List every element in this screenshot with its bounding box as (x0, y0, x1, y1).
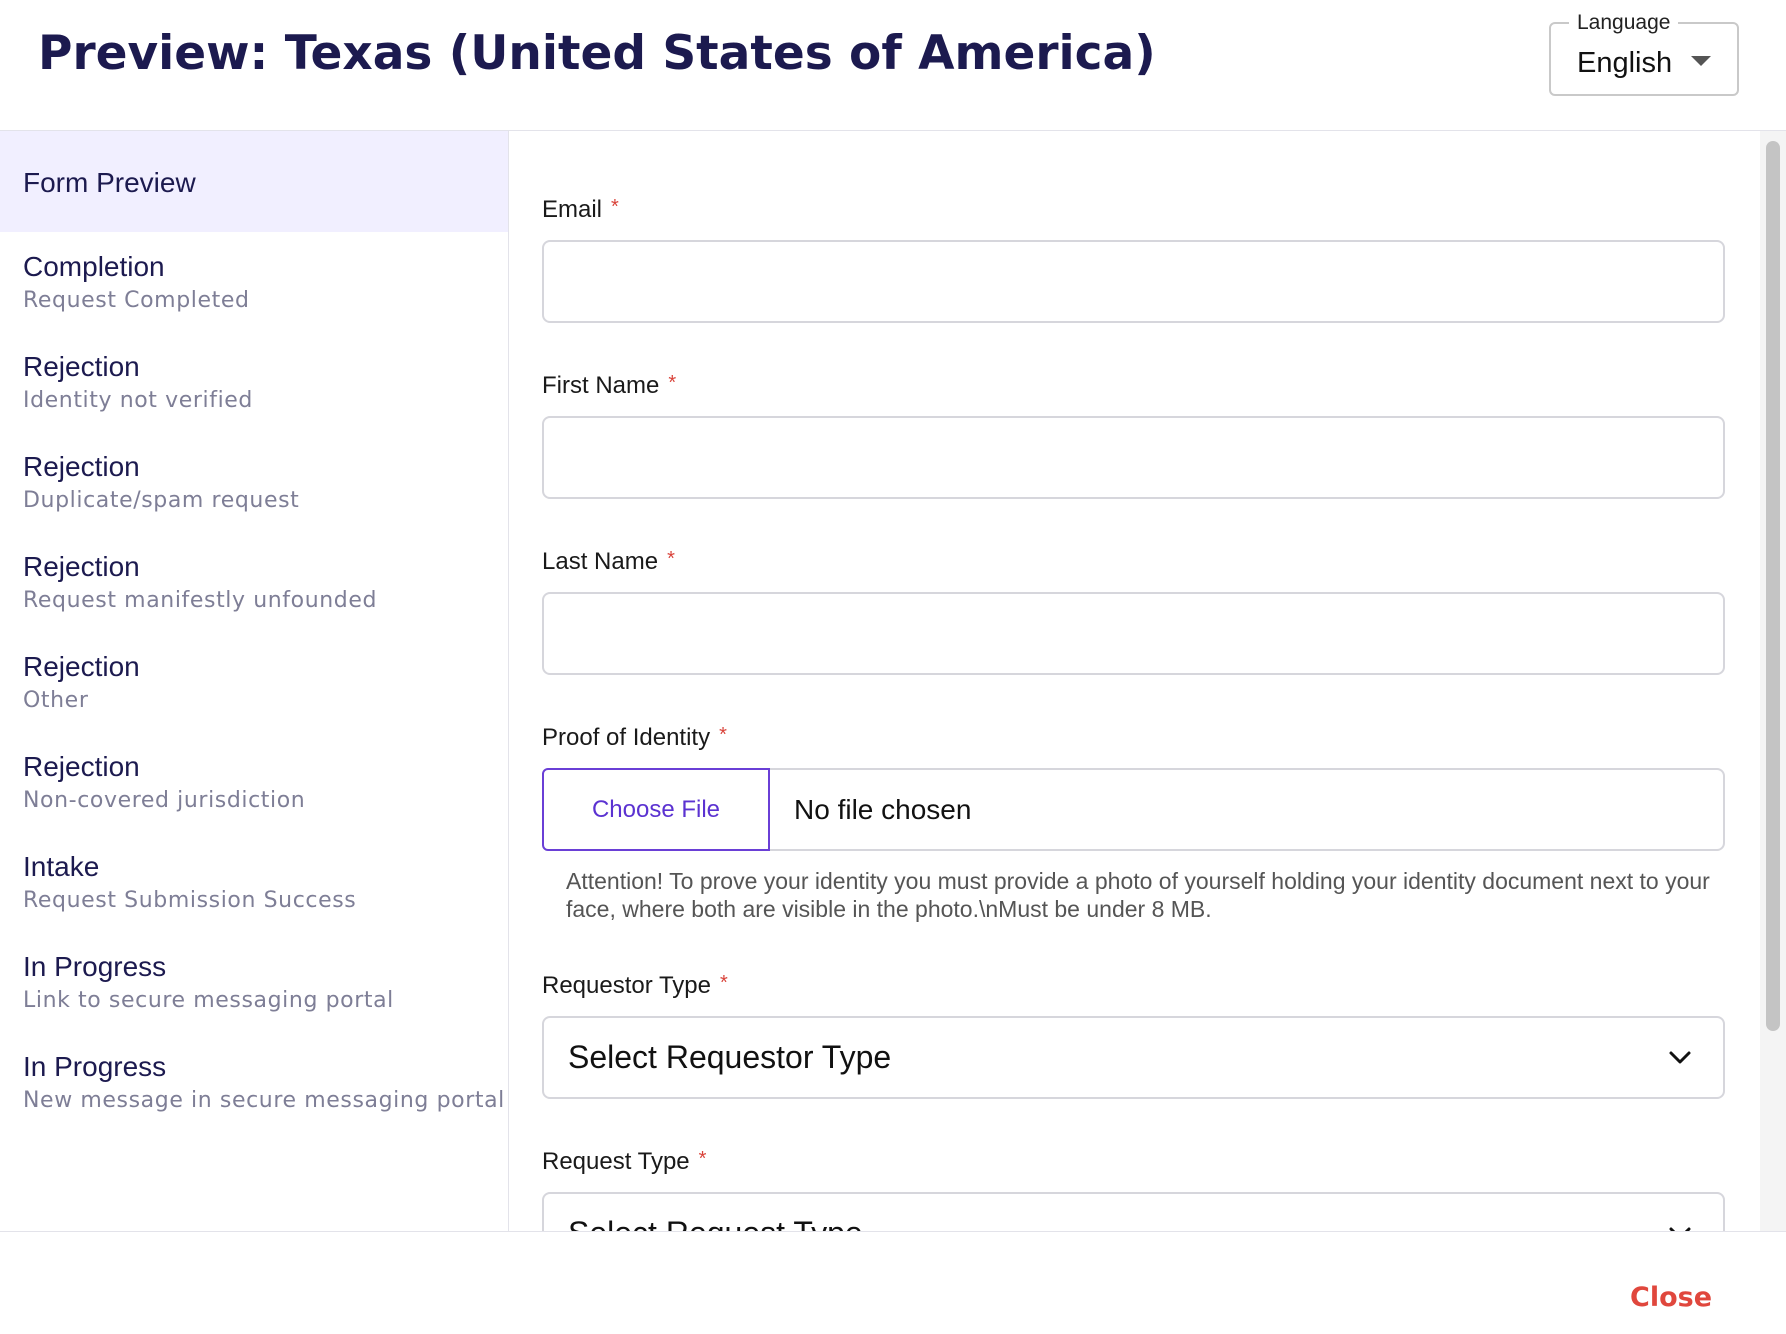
sidebar-item-subtitle: Request manifestly unfounded (23, 588, 378, 613)
sidebar-item-title: Rejection (23, 451, 140, 482)
sidebar-item-subtitle: Request Submission Success (23, 888, 357, 913)
sidebar-item-subtitle: New message in secure messaging portal (23, 1088, 505, 1113)
chevron-down-icon (1669, 1051, 1691, 1064)
form-preview-panel: Email * First Name * Last Name * Proof of I… (509, 131, 1760, 1231)
page-title: Preview: Texas (United States of America… (38, 26, 1156, 81)
sidebar-item-form-preview[interactable]: Form Preview (0, 131, 508, 232)
sidebar-item-title: In Progress (23, 1051, 167, 1082)
last-name-label-text: Last Name (542, 548, 659, 575)
first-name-label-text: First Name (542, 372, 660, 399)
scrollbar-thumb[interactable] (1766, 141, 1780, 1031)
sidebar-item-title: Rejection (23, 751, 140, 782)
request-type-select[interactable]: Select Request Type (542, 1192, 1725, 1231)
sidebar-item-rejection-jurisdiction[interactable]: Rejection Non-covered jurisdiction (23, 751, 503, 815)
sidebar-item-intake[interactable]: Intake Request Submission Success (23, 851, 503, 915)
sidebar-item-title: Rejection (23, 651, 140, 682)
sidebar-item-subtitle: Duplicate/spam request (23, 488, 300, 513)
email-field[interactable] (542, 240, 1725, 323)
requestor-type-label-text: Requestor Type (542, 972, 711, 999)
language-value: English (1577, 47, 1673, 79)
required-mark: * (698, 1148, 707, 1170)
required-mark: * (719, 724, 727, 746)
template-sidebar: Form Preview Completion Request Complete… (0, 131, 509, 1231)
last-name-label: Last Name * (542, 548, 675, 577)
sidebar-item-title: Rejection (23, 351, 140, 382)
language-select[interactable]: Language English (1549, 10, 1739, 96)
sidebar-item-rejection-other[interactable]: Rejection Other (23, 651, 503, 715)
sidebar-item-subtitle: Identity not verified (23, 388, 254, 413)
dialog-footer: Close (0, 1231, 1786, 1334)
close-button[interactable]: Close (1630, 1282, 1712, 1313)
request-type-label: Request Type * (542, 1148, 706, 1177)
required-mark: * (667, 548, 675, 570)
sidebar-item-title: Completion (23, 251, 165, 282)
sidebar-item-rejection-duplicate[interactable]: Rejection Duplicate/spam request (23, 451, 503, 515)
required-mark: * (668, 372, 677, 394)
preview-header: Preview: Texas (United States of America… (0, 0, 1786, 131)
proof-of-identity-file-input: Choose File No file chosen (542, 768, 1725, 851)
last-name-field[interactable] (542, 592, 1725, 675)
request-type-label-text: Request Type (542, 1148, 690, 1175)
proof-of-identity-label: Proof of Identity * (542, 724, 727, 753)
language-legend: Language (1569, 10, 1679, 36)
first-name-label: First Name * (542, 372, 676, 401)
file-status: No file chosen (794, 794, 972, 825)
sidebar-item-label: Form Preview (23, 167, 196, 198)
sidebar-item-title: In Progress (23, 951, 167, 982)
requestor-type-value: Select Requestor Type (568, 1039, 892, 1075)
vertical-scrollbar[interactable] (1760, 131, 1786, 1231)
email-label-text: Email (542, 196, 603, 223)
email-label: Email * (542, 196, 619, 225)
requestor-type-label: Requestor Type * (542, 972, 728, 1001)
sidebar-item-rejection-identity[interactable]: Rejection Identity not verified (23, 351, 503, 415)
sidebar-item-subtitle: Link to secure messaging portal (23, 988, 394, 1013)
choose-file-button[interactable]: Choose File (542, 768, 770, 851)
proof-label-text: Proof of Identity (542, 724, 711, 751)
sidebar-item-in-progress-link[interactable]: In Progress Link to secure messaging por… (23, 951, 503, 1015)
required-mark: * (720, 972, 728, 994)
sidebar-item-subtitle: Other (23, 688, 89, 713)
proof-help-text: Attention! To prove your identity you mu… (566, 868, 1710, 922)
sidebar-item-rejection-unfounded[interactable]: Rejection Request manifestly unfounded (23, 551, 503, 615)
required-mark: * (611, 196, 619, 218)
requestor-type-select[interactable]: Select Requestor Type (542, 1016, 1725, 1099)
request-type-value: Select Request Type (568, 1194, 863, 1231)
sidebar-item-in-progress-message[interactable]: In Progress New message in secure messag… (23, 1051, 505, 1115)
first-name-field[interactable] (542, 416, 1725, 499)
sidebar-item-completion[interactable]: Completion Request Completed (23, 251, 503, 315)
chevron-down-icon (1669, 1227, 1691, 1231)
sidebar-item-subtitle: Non-covered jurisdiction (23, 788, 306, 813)
sidebar-item-title: Rejection (23, 551, 140, 582)
sidebar-item-title: Intake (23, 851, 100, 882)
caret-down-icon (1691, 56, 1711, 66)
sidebar-item-subtitle: Request Completed (23, 288, 250, 313)
